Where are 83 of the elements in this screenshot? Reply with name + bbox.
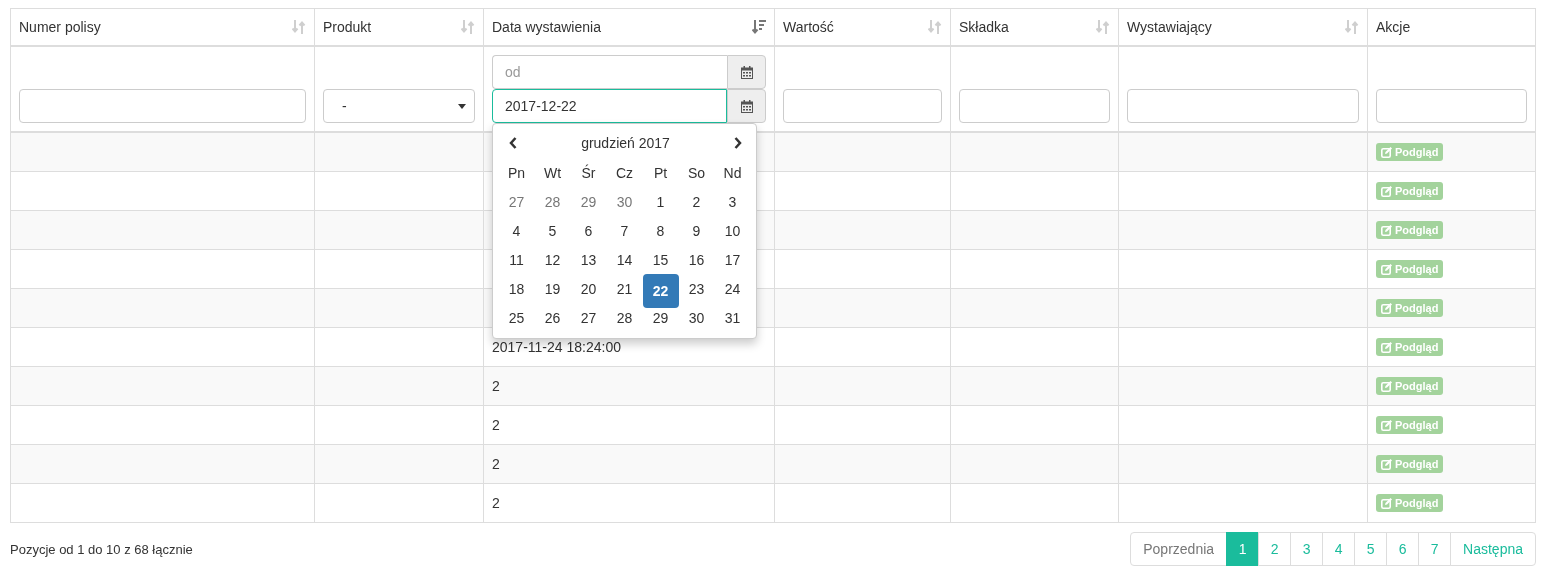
calendar-button[interactable] [727, 89, 766, 123]
calendar-icon [740, 65, 753, 79]
day-button[interactable]: 15 [642, 245, 679, 274]
day-button[interactable]: 11 [498, 245, 535, 274]
edit-icon [1381, 146, 1392, 158]
day-button[interactable]: 27 [498, 187, 535, 216]
filter-field[interactable] [1127, 89, 1359, 123]
filter-field[interactable] [959, 89, 1110, 123]
day-button[interactable]: 27 [570, 303, 607, 332]
column-header: Składka [959, 19, 1009, 35]
day-button[interactable]: 30 [678, 303, 715, 332]
date-field[interactable]: 2017-12-22 [492, 89, 727, 123]
weekday-label: Pn [506, 163, 527, 183]
day-button[interactable]: 8 [642, 216, 679, 245]
day-button[interactable]: 24 [714, 274, 751, 303]
edit-icon [1381, 263, 1392, 275]
date-text: 2 [492, 417, 500, 433]
day-button[interactable]: 17 [714, 245, 751, 274]
caret-icon [458, 103, 466, 109]
day-button[interactable]: 31 [714, 303, 751, 332]
filter-field[interactable] [783, 89, 942, 123]
column-header: Produkt [323, 19, 372, 35]
chevron-right-icon [734, 137, 742, 149]
edit-icon [1381, 341, 1392, 353]
day-button[interactable]: 2 [678, 187, 715, 216]
filter-field[interactable] [1376, 89, 1527, 123]
date-field[interactable]: od [492, 55, 727, 89]
date-text: 2 [492, 456, 500, 472]
day-button[interactable]: 14 [606, 245, 643, 274]
day-button[interactable]: 12 [534, 245, 571, 274]
weekday-label: Cz [614, 163, 635, 183]
weekday-label: Pt [652, 163, 669, 183]
day-button[interactable]: 29 [570, 187, 607, 216]
day-button[interactable]: 23 [678, 274, 715, 303]
entries-info: Pozycje od 1 do 10 z 68 łącznie [10, 541, 193, 557]
column-header: Numer polisy [19, 19, 101, 35]
column-header: Akcje [1376, 19, 1411, 35]
day-button[interactable]: 3 [714, 187, 751, 216]
day-button[interactable]: 16 [678, 245, 715, 274]
select-field[interactable]: - [323, 89, 475, 123]
day-button[interactable]: 28 [606, 303, 643, 332]
day-button[interactable]: 18 [498, 274, 535, 303]
calendar-button[interactable] [727, 55, 766, 89]
edit-icon [1381, 185, 1392, 197]
edit-icon [1381, 302, 1392, 314]
column-header: Wartość [783, 19, 834, 35]
day-button[interactable]: 22 [642, 274, 679, 308]
day-button[interactable]: 5 [534, 216, 571, 245]
day-button[interactable]: 13 [570, 245, 607, 274]
date-text: 2017-11-24 18:24:00 [492, 339, 621, 355]
day-button[interactable]: 1 [642, 187, 679, 216]
edit-icon [1381, 458, 1392, 470]
next-month-button[interactable] [732, 135, 744, 151]
filter-field[interactable] [19, 89, 306, 123]
day-button[interactable]: 21 [606, 274, 643, 303]
weekday-label: So [686, 163, 707, 183]
previous-month-button[interactable] [507, 135, 519, 151]
edit-icon [1381, 380, 1392, 392]
date-text: 2 [492, 495, 500, 511]
weekday-label: Nd [722, 163, 743, 183]
day-button[interactable]: 10 [714, 216, 751, 245]
weekday-label: Wt [542, 163, 563, 183]
day-button[interactable]: 9 [678, 216, 715, 245]
calendar-icon [740, 99, 753, 113]
previous-page-button[interactable]: Poprzednia [1130, 532, 1228, 566]
chevron-left-icon [509, 137, 517, 149]
day-button[interactable]: 26 [534, 303, 571, 332]
edit-icon [1381, 419, 1392, 431]
date-text: 2 [492, 378, 500, 394]
day-button[interactable]: 25 [498, 303, 535, 332]
day-button[interactable]: 7 [606, 216, 643, 245]
weekday-label: Śr [580, 163, 597, 183]
column-header: Wystawiający [1127, 19, 1212, 35]
column-header: Data wystawienia [492, 19, 601, 35]
day-button[interactable]: 19 [534, 274, 571, 303]
day-button[interactable]: 20 [570, 274, 607, 303]
day-button[interactable]: 30 [606, 187, 643, 216]
month-title[interactable]: grudzień 2017 [575, 134, 676, 152]
day-button[interactable]: 6 [570, 216, 607, 245]
day-button[interactable]: 28 [534, 187, 571, 216]
day-button[interactable]: 4 [498, 216, 535, 245]
edit-icon [1381, 497, 1392, 509]
edit-icon [1381, 224, 1392, 236]
